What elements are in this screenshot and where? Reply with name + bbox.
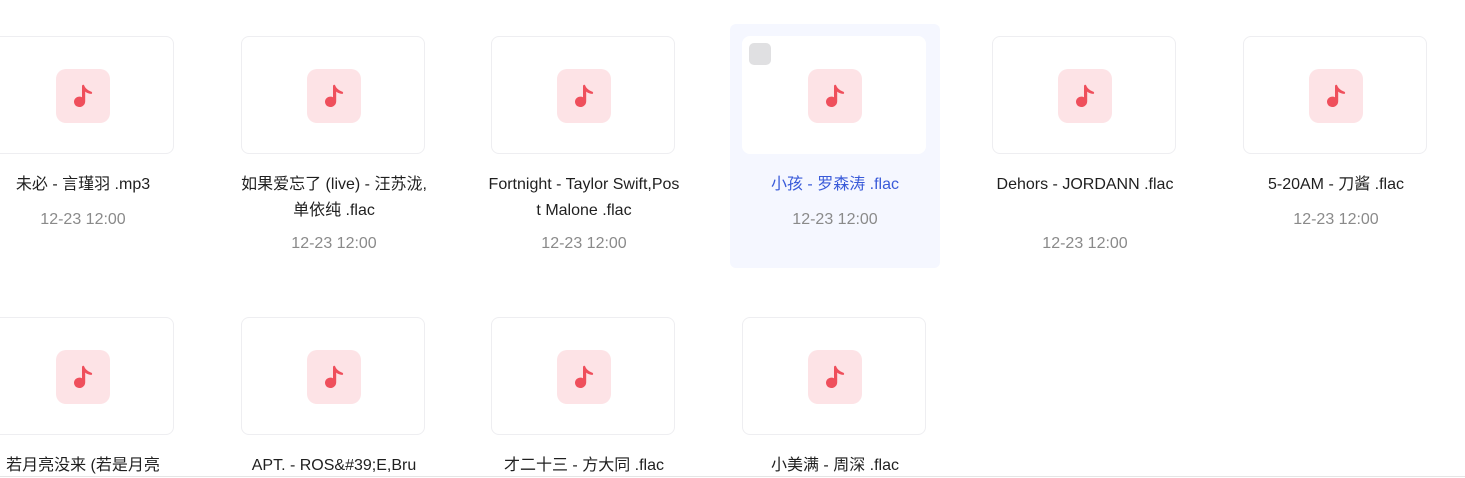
music-file-icon <box>557 69 611 123</box>
file-date: 12-23 12:00 <box>1042 235 1128 252</box>
file-thumbnail[interactable] <box>0 317 174 435</box>
file-card[interactable]: 如果爱忘了 (live) - 汪苏泷,单依纯 .flac 12-23 12:00 <box>229 24 439 268</box>
music-file-icon <box>557 350 611 404</box>
music-file-icon <box>56 69 110 123</box>
music-file-icon <box>307 350 361 404</box>
file-card[interactable]: 未必 - 言瑾羽 .mp3 12-23 12:00 <box>0 24 188 268</box>
music-note-icon <box>826 365 845 388</box>
file-name[interactable]: 才二十三 - 方大同 .flac <box>487 453 681 478</box>
select-checkbox[interactable] <box>749 43 771 65</box>
file-grid: 未必 - 言瑾羽 .mp3 12-23 12:00 如果爱忘了 (live) -… <box>0 0 1465 478</box>
bottom-divider <box>0 476 1465 477</box>
music-file-icon <box>808 350 862 404</box>
file-thumbnail[interactable] <box>1243 36 1427 154</box>
file-thumbnail[interactable] <box>491 317 675 435</box>
file-name[interactable]: Dehors - JORDANN .flac <box>988 172 1182 198</box>
file-name[interactable]: 若月亮没来 (若是月亮 <box>0 453 180 478</box>
music-file-icon <box>1058 69 1112 123</box>
file-card-selected[interactable]: 小孩 - 罗森涛 .flac 12-23 12:00 <box>730 24 940 268</box>
file-card[interactable]: 才二十三 - 方大同 .flac <box>479 305 689 478</box>
file-name[interactable]: 如果爱忘了 (live) - 汪苏泷,单依纯 .flac <box>237 172 431 224</box>
music-file-icon <box>808 69 862 123</box>
file-thumbnail[interactable] <box>742 317 926 435</box>
file-card[interactable]: APT. - ROS&#39;E,Bru <box>229 305 439 478</box>
file-card[interactable]: 5-20AM - 刀酱 .flac 12-23 12:00 <box>1231 24 1441 268</box>
file-thumbnail[interactable] <box>0 36 174 154</box>
file-date: 12-23 12:00 <box>291 235 377 252</box>
music-file-icon <box>307 69 361 123</box>
music-file-icon <box>56 350 110 404</box>
file-card[interactable]: 小美满 - 周深 .flac <box>730 305 940 478</box>
file-name[interactable]: Fortnight - Taylor Swift,Post Malone .fl… <box>487 172 681 224</box>
file-thumbnail[interactable] <box>491 36 675 154</box>
file-card[interactable]: Dehors - JORDANN .flac 12-23 12:00 <box>980 24 1190 268</box>
file-name[interactable]: 小孩 - 罗森涛 .flac <box>738 172 932 198</box>
file-date: 12-23 12:00 <box>541 235 627 252</box>
file-card[interactable]: Fortnight - Taylor Swift,Post Malone .fl… <box>479 24 689 268</box>
music-note-icon <box>826 84 845 107</box>
music-note-icon <box>74 84 93 107</box>
file-name[interactable]: 小美满 - 周深 .flac <box>738 453 932 478</box>
file-thumbnail[interactable] <box>992 36 1176 154</box>
music-note-icon <box>575 365 594 388</box>
music-note-icon <box>325 365 344 388</box>
file-date: 12-23 12:00 <box>40 211 126 228</box>
file-thumbnail[interactable] <box>241 36 425 154</box>
file-date: 12-23 12:00 <box>1293 211 1379 228</box>
file-card[interactable]: 若月亮没来 (若是月亮 <box>0 305 188 478</box>
file-thumbnail[interactable] <box>241 317 425 435</box>
music-note-icon <box>74 365 93 388</box>
music-note-icon <box>1327 84 1346 107</box>
file-date: 12-23 12:00 <box>792 211 878 228</box>
music-note-icon <box>575 84 594 107</box>
music-note-icon <box>1076 84 1095 107</box>
music-note-icon <box>325 84 344 107</box>
file-thumbnail[interactable] <box>742 36 926 154</box>
file-name[interactable]: 未必 - 言瑾羽 .mp3 <box>0 172 180 198</box>
music-file-icon <box>1309 69 1363 123</box>
file-name[interactable]: APT. - ROS&#39;E,Bru <box>237 453 431 478</box>
file-name[interactable]: 5-20AM - 刀酱 .flac <box>1239 172 1433 198</box>
